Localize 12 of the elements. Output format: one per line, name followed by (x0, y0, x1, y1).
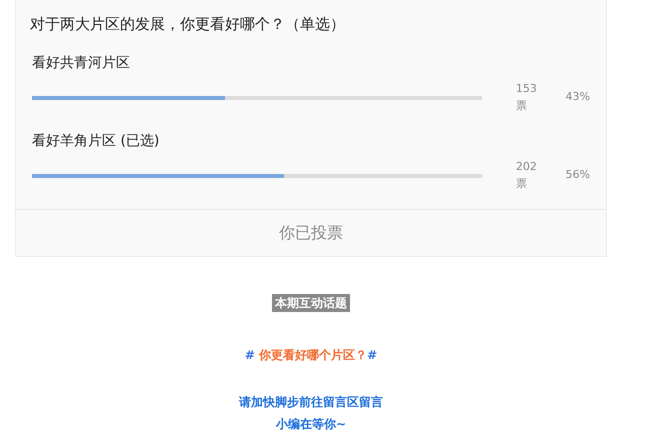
topic-title: # 你更看好哪个片区？# (244, 347, 378, 364)
option-label: 看好共青河片区 (32, 54, 131, 73)
vote-count: 153票 (516, 81, 538, 114)
invite-text: 请加快脚步前往留言区留言 (239, 394, 383, 411)
option-label: 看好羊角片区 (已选) (32, 132, 160, 151)
poll-question: 对于两大片区的发展，你更看好哪个？（单选） (29, 14, 346, 35)
vote-percent: 56% (566, 167, 590, 184)
invite-text: 小编在等你~ (274, 416, 348, 433)
topic-heading: 本期互动话题 (272, 294, 350, 312)
vote-percent: 43% (566, 89, 590, 106)
voted-status: 你已投票 (279, 222, 343, 244)
vote-count: 202票 (516, 159, 538, 192)
